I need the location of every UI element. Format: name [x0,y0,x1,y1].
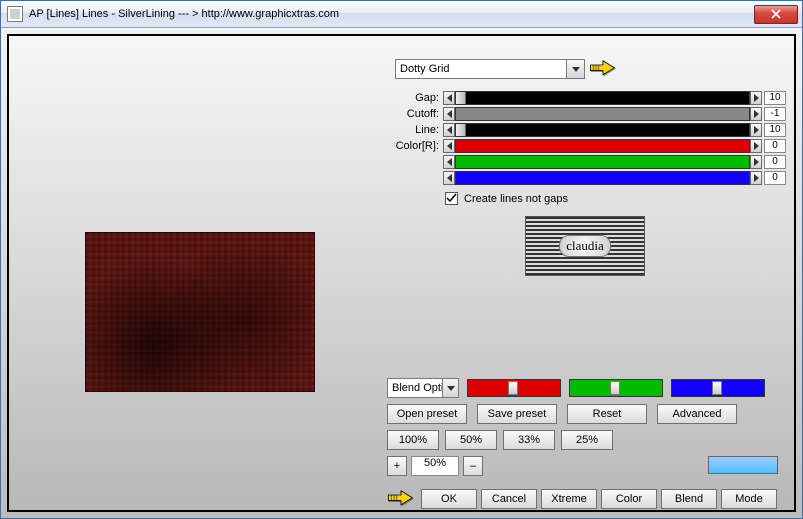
logo-area: claudia [525,216,645,276]
zoom-50-button[interactable]: 50% [445,430,497,450]
blend-red-slider[interactable] [467,379,561,397]
gap-decrement[interactable] [443,91,455,105]
cutoff-label: Cutoff: [387,108,443,120]
pointer-right-icon [387,488,415,510]
cutoff-value: -1 [764,107,786,121]
color-button[interactable]: Color [601,489,657,509]
system-menu-icon[interactable] [7,6,23,22]
blend-blue-slider[interactable] [671,379,765,397]
color-b-row: 0 [387,170,786,185]
color-r-increment[interactable] [750,139,762,153]
cutoff-slider[interactable] [455,107,750,121]
gap-increment[interactable] [750,91,762,105]
color-r-value: 0 [764,139,786,153]
zoom-100-button[interactable]: 100% [387,430,439,450]
line-row: Line: 10 [387,122,786,137]
create-lines-label: Create lines not gaps [464,193,568,205]
line-slider[interactable] [455,123,750,137]
color-r-label: Color[R]: [387,140,443,152]
color-g-row: 0 [387,154,786,169]
color-r-slider[interactable] [455,139,750,153]
blend-mode-value: Blend Opti [392,382,443,394]
color-g-value: 0 [764,155,786,169]
gap-value: 10 [764,91,786,105]
create-lines-checkbox[interactable] [445,192,458,205]
color-swatch[interactable] [708,456,778,474]
bottom-buttons-row: OK Cancel Xtreme Color Blend Mode [387,488,777,510]
color-b-value: 0 [764,171,786,185]
reset-button[interactable]: Reset [567,404,647,424]
window-title: AP [Lines] Lines - SilverLining --- > ht… [29,8,754,20]
chevron-down-icon [566,60,584,78]
title-bar[interactable]: AP [Lines] Lines - SilverLining --- > ht… [1,1,802,28]
percent-row: + 50% – [387,456,483,476]
zoom-buttons-row: 100% 50% 33% 25% [387,430,613,450]
save-preset-button[interactable]: Save preset [477,404,557,424]
line-decrement[interactable] [443,123,455,137]
inner-frame: Dotty Grid Gap: 10 [7,34,796,512]
blend-mode-select[interactable]: Blend Opti [387,378,459,398]
effect-preview[interactable] [85,232,315,392]
blend-green-slider[interactable] [569,379,663,397]
color-r-decrement[interactable] [443,139,455,153]
controls-panel: Dotty Grid Gap: 10 [387,42,786,508]
xtreme-button[interactable]: Xtreme [541,489,597,509]
zoom-out-button[interactable]: – [463,456,483,476]
zoom-33-button[interactable]: 33% [503,430,555,450]
color-g-increment[interactable] [750,155,762,169]
mode-button[interactable]: Mode [721,489,777,509]
gap-label: Gap: [387,92,443,104]
ok-button[interactable]: OK [421,489,477,509]
chevron-down-icon [442,379,458,397]
blend-row: Blend Opti [387,378,786,398]
open-preset-button[interactable]: Open preset [387,404,467,424]
preview-panel [15,42,375,508]
gap-slider[interactable] [455,91,750,105]
color-b-increment[interactable] [750,171,762,185]
cancel-button[interactable]: Cancel [481,489,537,509]
plugin-window: AP [Lines] Lines - SilverLining --- > ht… [0,0,803,519]
gap-row: Gap: 10 [387,90,786,105]
zoom-percent-input[interactable]: 50% [411,456,459,476]
color-b-slider[interactable] [455,171,750,185]
color-r-row: Color[R]: 0 [387,138,786,153]
pointer-right-icon [589,58,617,80]
client-area: Dotty Grid Gap: 10 [1,28,802,518]
create-lines-row: Create lines not gaps [445,192,568,205]
line-label: Line: [387,124,443,136]
advanced-button[interactable]: Advanced [657,404,737,424]
color-b-decrement[interactable] [443,171,455,185]
cutoff-increment[interactable] [750,107,762,121]
color-g-slider[interactable] [455,155,750,169]
preset-buttons-row: Open preset Save preset Reset Advanced [387,404,737,424]
checkmark-icon [446,193,457,204]
cutoff-decrement[interactable] [443,107,455,121]
preset-dropdown[interactable]: Dotty Grid [395,59,585,79]
close-icon [771,9,781,19]
slider-group: Gap: 10 Cutoff: -1 Line: [387,90,786,186]
preset-dropdown-value: Dotty Grid [400,63,450,75]
blend-button[interactable]: Blend [661,489,717,509]
logo-text: claudia [559,235,611,257]
line-value: 10 [764,123,786,137]
close-button[interactable] [754,5,798,24]
line-increment[interactable] [750,123,762,137]
zoom-25-button[interactable]: 25% [561,430,613,450]
color-g-decrement[interactable] [443,155,455,169]
cutoff-row: Cutoff: -1 [387,106,786,121]
zoom-in-button[interactable]: + [387,456,407,476]
